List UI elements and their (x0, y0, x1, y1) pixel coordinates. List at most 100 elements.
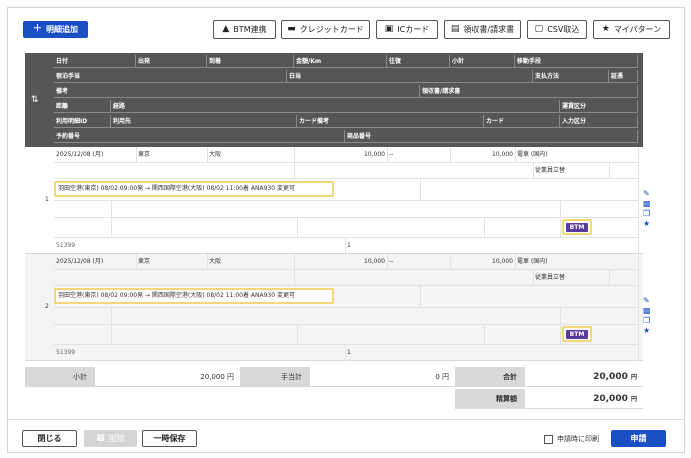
trash-icon: ▩ (96, 433, 105, 443)
header-from: 出発 (136, 55, 207, 68)
star-icon[interactable]: ★ (643, 326, 650, 335)
header-usage-id: 利用明細ID (54, 115, 111, 128)
plus-icon: ＋ (32, 24, 42, 34)
edit-icon[interactable]: ✎ (643, 189, 650, 198)
header-payment: 支払方法 (533, 70, 609, 83)
header-daily-allowance: 日当 (287, 70, 533, 83)
row-payment[interactable]: 従業員立替 (533, 271, 609, 284)
my-pattern-button[interactable]: ★ マイパターン (593, 20, 670, 39)
delete-button[interactable]: ▩ 削除 (84, 430, 137, 447)
header-fare-type: 運賃区分 (560, 100, 638, 113)
ic-card-label: ICカード (397, 25, 430, 34)
row-payment[interactable]: 従業員立替 (533, 164, 609, 177)
csv-import-button[interactable]: ▢ CSV取込 (527, 20, 587, 39)
total-value: 20,000 (593, 372, 628, 382)
header-card: カード (484, 115, 560, 128)
btm-link-button[interactable]: ▲ BTM連携 (213, 20, 276, 39)
subtotal-label: 小計 (25, 367, 95, 387)
settle-label: 精算額 (455, 389, 525, 409)
table-header: ⇅ 日付 出発 到着 金額/Km 往復 小計 移動手段 宿泊手当 日当 支払方法… (25, 53, 643, 147)
row-source-badge: BTM (562, 326, 592, 342)
header-transport: 移動手段 (515, 55, 638, 68)
receipt-label: 領収書/請求書 (463, 25, 515, 34)
star-icon: ★ (601, 24, 610, 34)
receipt-button[interactable]: ▤ 領収書/請求書 (444, 20, 521, 39)
summary: 小計 20,000 円 手当計 0 円 合計 20,000 円 精算額 20,0… (25, 367, 643, 411)
row-amount[interactable]: 10,000 (294, 255, 387, 268)
checkbox-box[interactable] (544, 434, 553, 444)
settle-amount: 20,000 円 (525, 389, 643, 409)
row-index: 1 (45, 196, 49, 203)
table-row[interactable]: 1 2025/12/08 (月) 東京 大阪 10,000 -- 10,000 … (25, 147, 651, 254)
row-roundtrip[interactable]: -- (387, 255, 450, 268)
row-to[interactable]: 大阪 (207, 255, 294, 268)
add-detail-label: 明細追加 (46, 25, 78, 34)
header-roundtrip: 往復 (387, 55, 450, 68)
row-remark[interactable]: 羽田空港(東京) 08/02 09:00発 → 関西国際空港(大阪) 08/02… (54, 181, 334, 197)
ic-card-button[interactable]: ▣ ICカード (376, 20, 438, 39)
header-date: 日付 (54, 55, 136, 68)
header-remark: 備考 (54, 85, 420, 98)
sort-icon[interactable]: ⇅ (31, 95, 39, 105)
header-route: 経路 (111, 100, 560, 113)
row-reservation: 51399 (56, 349, 76, 356)
credit-card-label: クレジットカード (299, 25, 364, 34)
btm-badge: BTM (565, 222, 589, 232)
header-reservation: 予約番号 (54, 130, 345, 143)
row-actions: ✎ ▩ ❐ ★ (643, 296, 651, 336)
temp-save-button[interactable]: 一時保存 (142, 430, 197, 447)
row-amount[interactable]: 10,000 (294, 148, 387, 161)
row-transport[interactable]: 電車 (国内) (515, 148, 638, 161)
row-roundtrip[interactable]: -- (387, 148, 450, 161)
btm-badge: BTM (565, 329, 589, 339)
row-to[interactable]: 大阪 (207, 148, 294, 161)
header-evidence: 証憑 (609, 70, 638, 83)
row-actions: ✎ ▩ ❐ ★ (643, 189, 651, 229)
delete-label: 削除 (108, 434, 125, 443)
my-pattern-label: マイパターン (613, 25, 662, 34)
delete-icon[interactable]: ▩ (643, 199, 651, 208)
header-receipt: 領収書/請求書 (420, 85, 638, 98)
subtotal-value: 20,000 円 (95, 367, 240, 387)
toolbar: ＋ 明細追加 ▲ BTM連携 ▬ クレジットカード ▣ ICカード ▤ 領収書/… (8, 8, 684, 46)
header-card-note: カード備考 (297, 115, 484, 128)
row-product: 1 (347, 349, 351, 356)
allowance-label: 手当計 (240, 367, 310, 387)
header-to: 到着 (207, 55, 294, 68)
row-product: 1 (347, 242, 351, 249)
print-on-apply-checkbox[interactable]: 申請時に印刷 (544, 434, 599, 444)
settle-unit: 円 (630, 396, 637, 403)
row-source-badge: BTM (562, 219, 592, 235)
settle-value: 20,000 (593, 394, 628, 404)
row-reservation: 51399 (56, 242, 76, 249)
train-icon: ▣ (384, 24, 394, 34)
credit-card-icon: ▬ (287, 24, 296, 34)
row-transport[interactable]: 電車 (国内) (515, 255, 638, 268)
header-product: 商品番号 (345, 130, 638, 143)
credit-card-button[interactable]: ▬ クレジットカード (281, 20, 370, 39)
row-from[interactable]: 東京 (136, 148, 207, 161)
header-subtotal: 小計 (450, 55, 515, 68)
add-detail-button[interactable]: ＋ 明細追加 (23, 21, 88, 38)
row-index: 2 (45, 303, 49, 310)
copy-icon[interactable]: ❐ (643, 209, 650, 218)
row-from[interactable]: 東京 (136, 255, 207, 268)
csv-import-label: CSV取込 (547, 25, 580, 34)
print-on-apply-label: 申請時に印刷 (557, 435, 599, 443)
header-input-type: 入力区分 (560, 115, 638, 128)
row-remark[interactable]: 羽田空港(東京) 08/02 09:00発 → 関西国際空港(大阪) 08/02… (54, 288, 334, 304)
close-button[interactable]: 閉じる (22, 430, 77, 447)
star-icon[interactable]: ★ (643, 219, 650, 228)
table-row[interactable]: 2 2025/12/08 (月) 東京 大阪 10,000 -- 10,000 … (25, 254, 651, 361)
briefcase-icon: ▲ (222, 24, 230, 34)
edit-icon[interactable]: ✎ (643, 296, 650, 305)
copy-icon[interactable]: ❐ (643, 316, 650, 325)
delete-icon[interactable]: ▩ (643, 306, 651, 315)
total-unit: 円 (630, 374, 637, 381)
file-icon: ▢ (534, 24, 544, 34)
header-amount: 金額/Km (294, 55, 387, 68)
apply-button[interactable]: 申請 (611, 430, 666, 447)
row-date[interactable]: 2025/12/08 (月) (54, 148, 136, 161)
footer: 閉じる ▩ 削除 一時保存 申請時に印刷 申請 (8, 419, 684, 453)
row-date[interactable]: 2025/12/08 (月) (54, 255, 136, 268)
